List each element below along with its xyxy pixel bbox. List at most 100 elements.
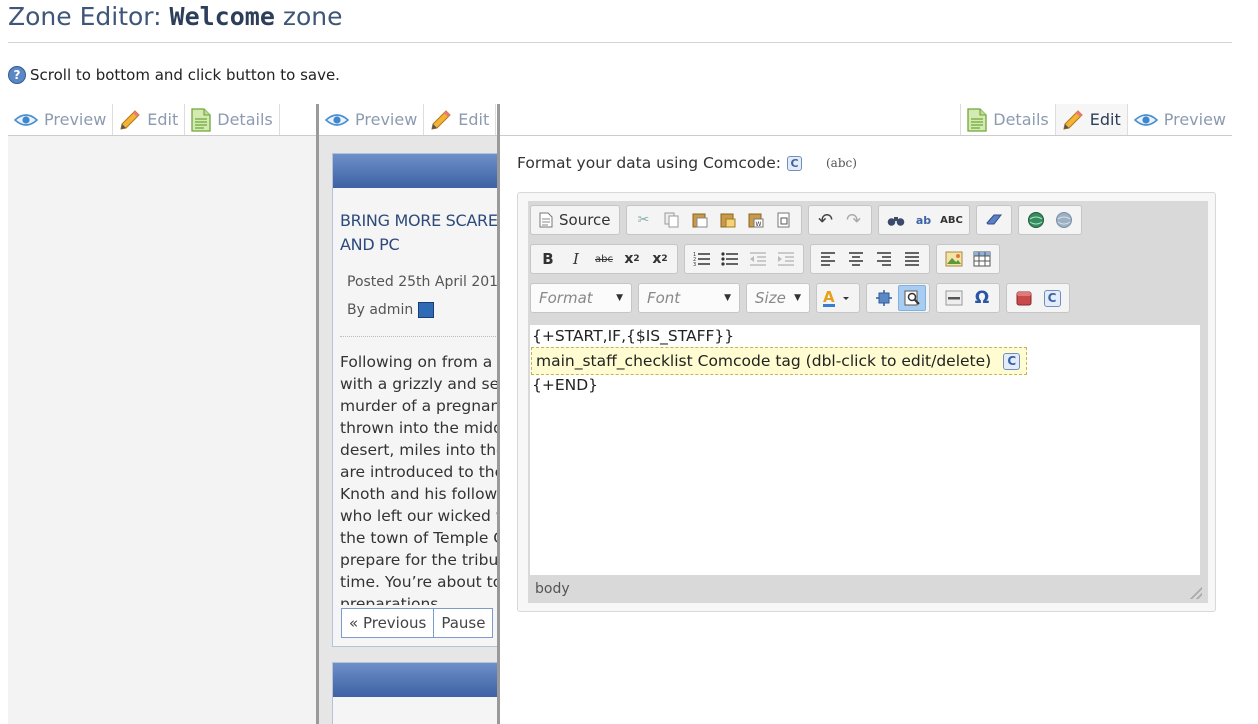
size-select[interactable]: Size ▼ — [746, 283, 810, 313]
news-author: By admin — [347, 302, 414, 318]
tab-label: Preview — [1163, 110, 1226, 129]
source-button[interactable]: Source — [534, 211, 616, 229]
excerpt-line: desert, miles into the — [340, 441, 497, 459]
tab-edit-main[interactable]: Edit — [1055, 104, 1128, 135]
copy-icon[interactable] — [658, 207, 686, 233]
table-icon[interactable] — [968, 246, 996, 272]
text-color-icon[interactable]: A — [820, 285, 856, 311]
align-center-icon[interactable] — [842, 246, 870, 272]
eraser-icon[interactable] — [980, 207, 1008, 233]
chevron-down-icon: ▼ — [724, 293, 731, 303]
avatar[interactable] — [418, 302, 435, 318]
align-left-icon[interactable] — [814, 246, 842, 272]
tab-details-main[interactable]: Details — [960, 104, 1056, 135]
comcode-tag-block[interactable]: main_staff_checklist Comcode tag (dbl-cl… — [531, 347, 1028, 375]
special-char-icon[interactable]: Ω — [968, 285, 996, 311]
spellcheck-icon[interactable]: (abc) — [826, 156, 857, 170]
excerpt-line: time. You’re about to — [340, 573, 497, 591]
format-select[interactable]: Format ▼ — [530, 283, 632, 313]
maximize-icon[interactable] — [870, 285, 898, 311]
content-line: {+END} — [532, 376, 599, 394]
horizontal-rule-icon[interactable] — [940, 285, 968, 311]
subscript-icon[interactable]: x2 — [618, 246, 646, 272]
redo-icon[interactable]: ↷ — [840, 207, 868, 233]
svg-text:W: W — [755, 221, 761, 228]
tab-label: Preview — [44, 110, 107, 129]
news-block-header — [333, 154, 497, 188]
comcode-icon: C — [1043, 289, 1061, 307]
editor-container: Source ✂ W ↶ ↷ ab A BC B I abc x 2 x 2 1 … — [517, 192, 1216, 612]
headline-line: AND PC — [340, 235, 400, 254]
tab-edit-left[interactable]: Edit — [113, 104, 186, 135]
pause-button[interactable]: Pause — [434, 609, 492, 637]
tab-details-left[interactable]: Details — [185, 104, 280, 135]
document-icon — [191, 107, 211, 132]
superscript-icon[interactable]: x2 — [646, 246, 674, 272]
strike-icon[interactable]: abc — [590, 246, 618, 272]
page-title: Zone Editor: Welcome zone — [8, 2, 343, 31]
left-panel — [8, 136, 316, 724]
tab-label: Details — [993, 110, 1049, 129]
source-label: Source — [559, 211, 611, 229]
paste-text-icon[interactable] — [714, 207, 742, 233]
chevron-down-icon: ▼ — [794, 293, 801, 303]
align-justify-icon[interactable] — [898, 246, 926, 272]
tab-edit-middle[interactable]: Edit — [424, 104, 497, 135]
bullet-list-icon[interactable] — [716, 246, 744, 272]
comcode-help-icon[interactable]: C — [786, 155, 802, 171]
element-path[interactable]: body — [535, 581, 570, 597]
news-block: BRING MORE SCARES AND PC Posted 25th Apr… — [332, 153, 497, 647]
toolbar-group-align — [810, 244, 930, 274]
news-headline[interactable]: BRING MORE SCARES AND PC — [340, 209, 497, 257]
undo-icon[interactable]: ↶ — [812, 207, 840, 233]
link-icon[interactable] — [1022, 207, 1050, 233]
eye-icon — [14, 113, 38, 127]
eye-icon — [325, 113, 349, 127]
font-select-label: Font — [647, 289, 681, 307]
tab-label: Edit — [147, 110, 179, 129]
toolbar-row-1: Source ✂ W ↶ ↷ ab ABC — [530, 205, 1088, 237]
news-byline: By admin — [347, 302, 435, 318]
spellcheck-abc-icon[interactable]: ABC — [938, 207, 966, 233]
bold-icon[interactable]: B — [534, 246, 562, 272]
comcode-tag-icon[interactable]: C — [1038, 285, 1066, 311]
excerpt-line: with a grizzly and see — [340, 375, 497, 393]
italic-icon[interactable]: I — [562, 246, 590, 272]
align-right-icon[interactable] — [870, 246, 898, 272]
help-icon[interactable]: ? — [8, 66, 26, 84]
show-blocks-icon[interactable] — [898, 285, 926, 311]
tab-label: Preview — [355, 110, 418, 129]
toolbar-group-comcode: C — [1006, 283, 1070, 313]
paste-icon[interactable] — [686, 207, 714, 233]
main-panel: Format your data using Comcode: C (abc) … — [500, 136, 1232, 724]
tab-preview-middle[interactable]: Preview — [319, 104, 425, 135]
paste-special-icon[interactable] — [770, 207, 798, 233]
editor-content[interactable]: {+START,IF,{$IS_STAFF}} main_staff_check… — [530, 325, 1200, 575]
excerpt-line: prepare for the tribu — [340, 551, 497, 569]
paste-word-icon[interactable]: W — [742, 207, 770, 233]
toolbar-group-links — [1017, 205, 1082, 235]
tab-preview-left[interactable]: Preview — [8, 104, 114, 135]
cut-icon[interactable]: ✂ — [630, 207, 658, 233]
font-select[interactable]: Font ▼ — [638, 283, 740, 313]
left-panel-tabs: Preview Edit Details — [8, 104, 316, 136]
resize-grip-icon[interactable] — [1190, 587, 1202, 599]
toolbar-group-basicstyles: B I abc x2 x2 — [530, 244, 678, 274]
format-select-label: Format — [539, 289, 593, 307]
source-icon — [539, 212, 553, 228]
image-icon[interactable] — [940, 246, 968, 272]
unlink-icon[interactable] — [1050, 207, 1078, 233]
toolbar-group-find: ab ABC — [877, 205, 970, 235]
toolbar-group-clipboard: ✂ W — [625, 205, 802, 235]
format-hint: Format your data using Comcode: C (abc) — [517, 154, 857, 172]
find-icon[interactable] — [882, 207, 910, 233]
excerpt-line: who left our wicked w — [340, 507, 497, 525]
block-insert-icon[interactable] — [1010, 285, 1038, 311]
save-note: ? Scroll to bottom and click button to s… — [8, 66, 340, 84]
previous-button[interactable]: « Previous — [342, 609, 435, 637]
numbered-list-icon[interactable]: 123 — [688, 246, 716, 272]
indent-icon[interactable] — [772, 246, 800, 272]
tab-preview-main[interactable]: Preview — [1128, 104, 1232, 135]
outdent-icon[interactable] — [744, 246, 772, 272]
replace-icon[interactable]: ab — [910, 207, 938, 233]
